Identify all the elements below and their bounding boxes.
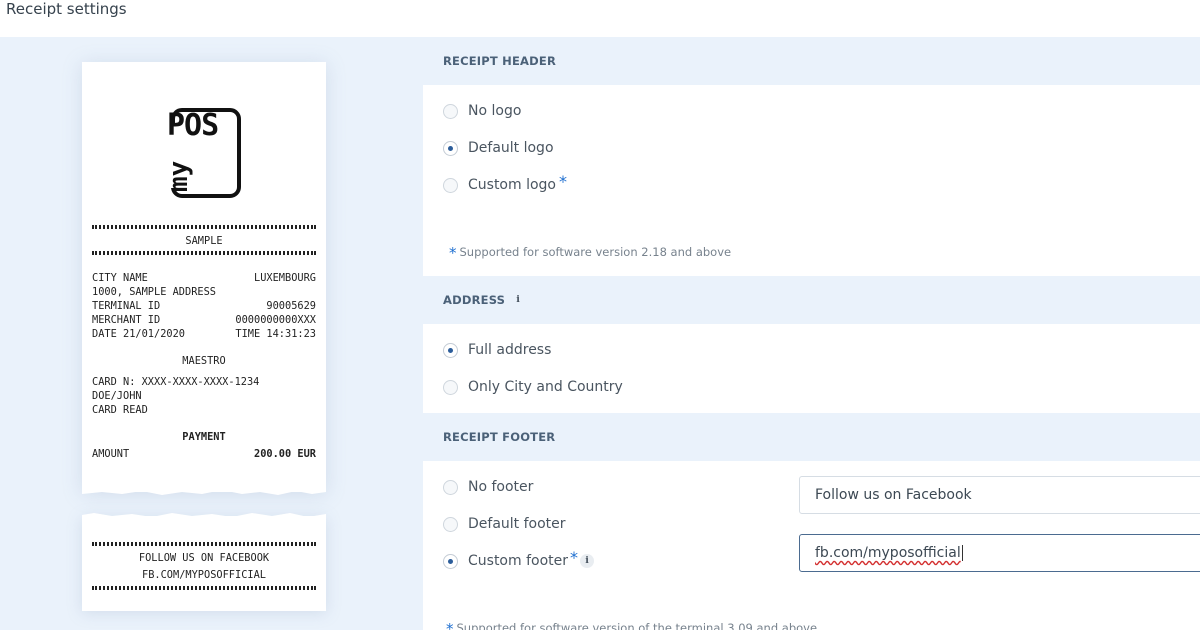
receipt-footer-line1: FOLLOW US ON FACEBOOK [138,552,270,564]
receipt-card-number: CARD N: XXXX-XXXX-XXXX-1234 [92,376,260,388]
receipt-divider [92,225,316,229]
receipt-amount-value: 200.00 EUR [254,448,316,460]
text-caret [961,545,963,561]
receipt-merchant-label: MERCHANT ID [92,314,161,326]
receipt-payment: PAYMENT [182,431,226,443]
receipt-terminal-row: TERMINAL ID 90005629 [92,299,316,313]
radio-city-country[interactable]: Only City and Country [443,377,623,397]
radio-button[interactable] [443,553,458,569]
section-label: ADDRESS i [443,293,525,307]
asterisk-icon: * [446,620,454,630]
section-label: RECEIPT HEADER [443,54,556,68]
receipt-merchant-row: MERCHANT ID 0000000000XXX [92,313,316,327]
radio-label: Only City and Country [468,379,623,395]
receipt-tear-edge [82,513,326,522]
radio-label: Full address [468,342,552,358]
footer-line2-input[interactable]: fb.com/myposofficial [799,534,1200,572]
section-label: RECEIPT FOOTER [443,430,556,444]
receipt-amount-row: AMOUNT 200.00 EUR [92,447,316,461]
receipt-cardholder: DOE/JOHN [92,390,142,402]
radio-default-footer[interactable]: Default footer [443,514,566,534]
receipt-footer-preview: FOLLOW US ON FACEBOOK FB.COM/MYPOSOFFICI… [82,513,326,611]
receipt-terminal-label: TERMINAL ID [92,300,161,312]
radio-label: Default footer [468,516,566,532]
receipt-date: DATE 21/01/2020 [92,328,185,340]
radio-label: Default logo [468,140,554,156]
svg-text:my: my [165,161,194,192]
radio-button[interactable] [443,479,458,495]
info-icon[interactable]: i [511,293,525,307]
terminal-version-note: * Supported for software version of the t… [446,618,817,630]
receipt-card-read: CARD READ [92,404,148,416]
footer-line1-value: Follow us on Facebook [815,487,972,503]
mypos-logo: POS my [165,108,241,198]
footer-line2-value: fb.com/myposofficial [815,545,961,561]
receipt-datetime-row: DATE 21/01/2020 TIME 14:31:23 [92,327,316,341]
radio-button[interactable] [443,177,458,193]
radio-label: No footer [468,479,534,495]
radio-custom-footer[interactable]: Custom footer * i [443,547,595,571]
receipt-address: 1000, SAMPLE ADDRESS [92,286,216,298]
required-star-icon: * [559,171,567,191]
radio-button[interactable] [443,140,458,156]
radio-button[interactable] [443,103,458,119]
section-receipt-footer: RECEIPT FOOTER [423,413,1200,461]
receipt-card-brand: MAESTRO [182,355,226,367]
terminal-version-note-text: Supported for software version of the te… [456,621,818,630]
version-note-text: Supported for software version 2.18 and … [459,245,732,259]
receipt-amount-label: AMOUNT [92,448,130,460]
receipt-merchant-value: 0000000000XXX [235,314,316,326]
required-star-icon: * [570,547,579,567]
section-receipt-header: RECEIPT HEADER [423,37,1200,85]
receipt-preview: POS my SAMPLE CITY NAME LUXEMBOURG 1000,… [82,62,326,495]
receipt-sample: SAMPLE [185,235,223,247]
receipt-divider [92,251,316,255]
info-icon[interactable]: i [580,554,595,568]
receipt-city-row: CITY NAME LUXEMBOURG [92,271,316,285]
radio-button[interactable] [443,516,458,532]
receipt-divider [92,542,316,546]
radio-no-logo[interactable]: No logo [443,101,521,121]
receipt-city-label: CITY NAME [92,272,148,284]
radio-button[interactable] [443,342,458,358]
radio-custom-logo[interactable]: Custom logo * [443,171,567,195]
receipt-city-value: LUXEMBOURG [254,272,316,284]
radio-default-logo[interactable]: Default logo [443,138,554,158]
svg-text:POS: POS [167,108,218,143]
radio-button[interactable] [443,379,458,395]
radio-full-address[interactable]: Full address [443,340,551,360]
receipt-divider [92,586,316,590]
receipt-terminal-value: 90005629 [266,300,316,312]
radio-label: No logo [468,103,522,119]
receipt-tear-edge [82,486,326,495]
radio-label: Custom logo [468,177,556,193]
receipt-time: TIME 14:31:23 [235,328,316,340]
version-note: * Supported for software version 2.18 and… [449,242,732,262]
radio-label: Custom footer [468,553,569,569]
section-address: ADDRESS i [423,276,1200,324]
section-label-text: ADDRESS [443,293,506,307]
asterisk-icon: * [449,244,457,262]
receipt-footer-line2: FB.COM/MYPOSOFFICIAL [142,569,266,581]
footer-line1-input[interactable]: Follow us on Facebook [799,476,1200,514]
radio-no-footer[interactable]: No footer [443,477,533,497]
page-title: Receipt settings [6,0,127,18]
